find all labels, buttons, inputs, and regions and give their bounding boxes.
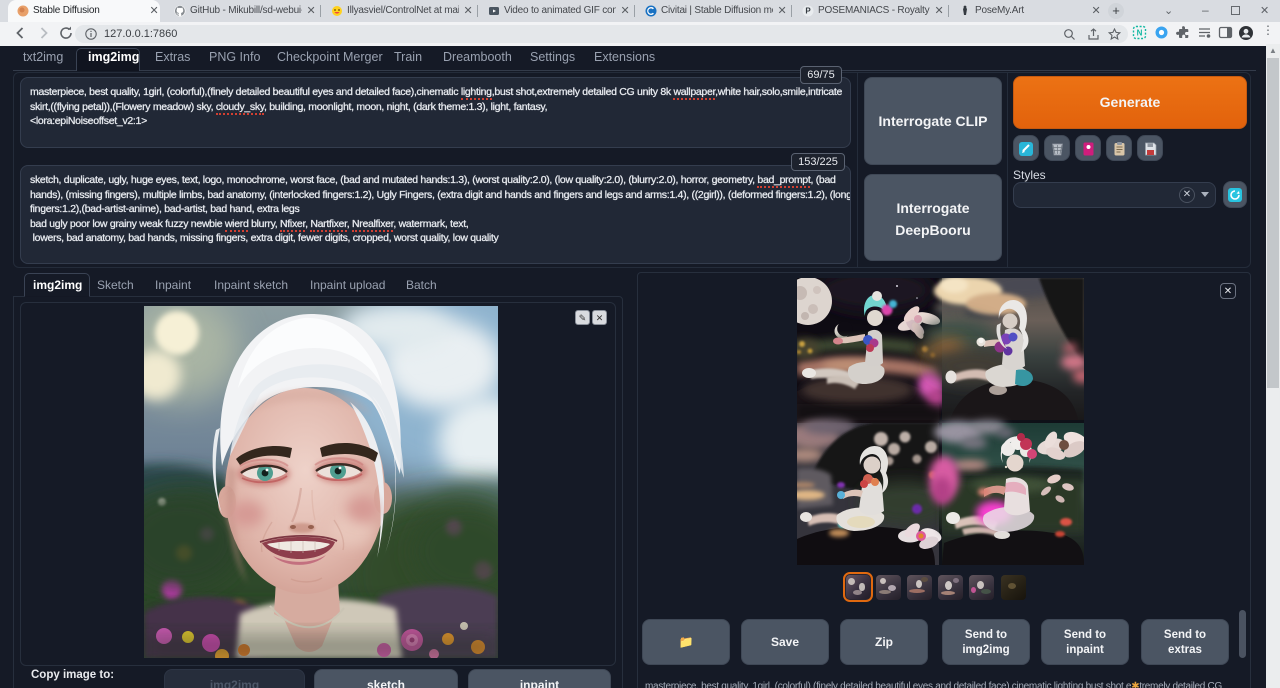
- svg-text:P: P: [805, 7, 811, 16]
- svg-text:N: N: [1137, 29, 1143, 38]
